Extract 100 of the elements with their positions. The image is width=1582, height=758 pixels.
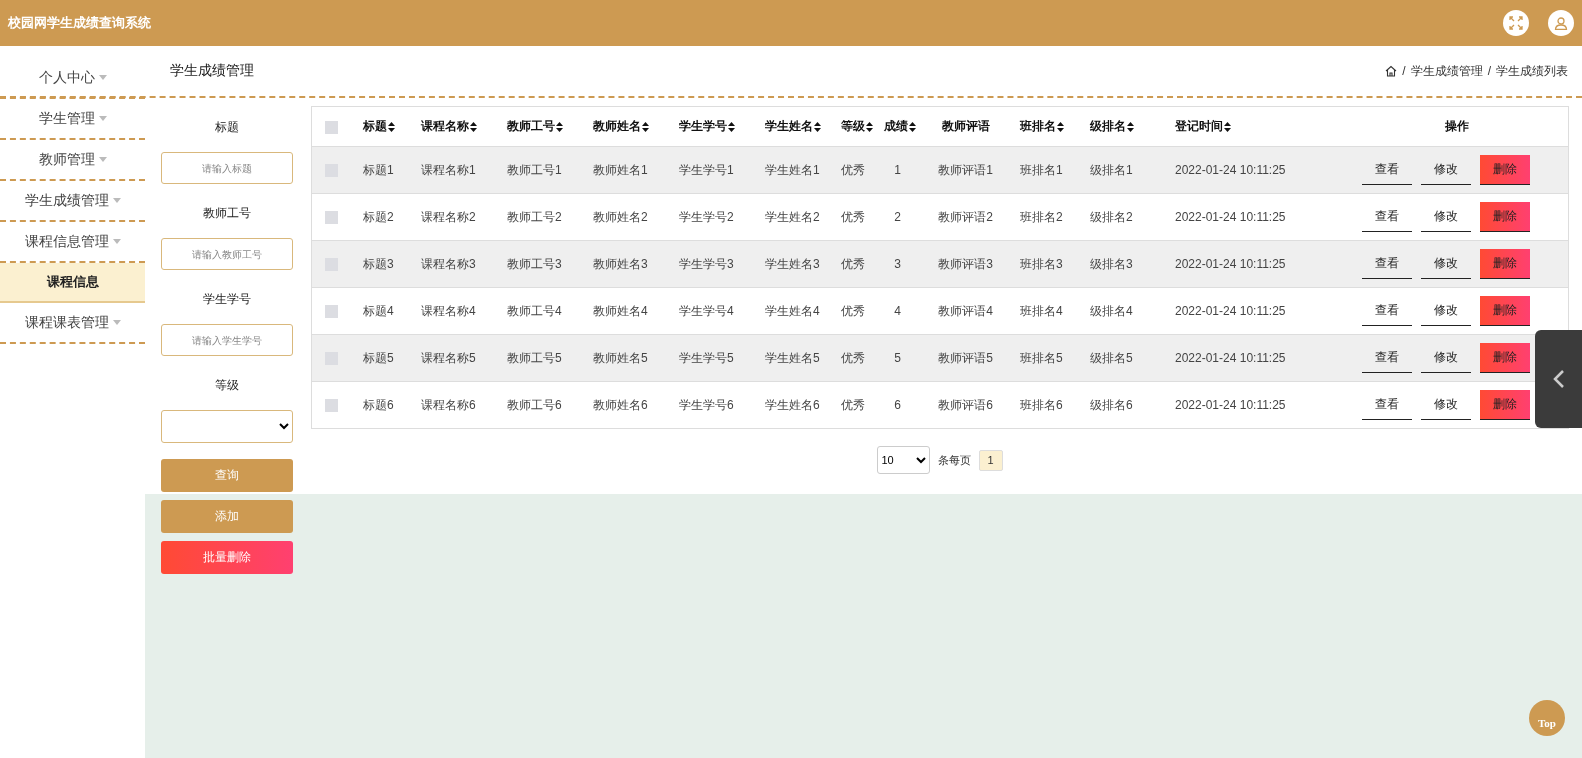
action-button[interactable]: 修改 xyxy=(1421,296,1471,326)
table-cell: 级排名5 xyxy=(1090,350,1133,365)
column-header[interactable]: 学生学号 xyxy=(679,118,735,135)
table-cell: 课程名称5 xyxy=(421,350,476,365)
breadcrumb-separator: / xyxy=(1402,64,1406,78)
action-button[interactable]: 修改 xyxy=(1421,202,1471,232)
sort-icon[interactable] xyxy=(1224,121,1231,132)
column-header[interactable]: 登记时间 xyxy=(1175,118,1231,135)
filter-input[interactable]: 请输入标题 xyxy=(161,152,293,184)
table-cell: 5 xyxy=(894,351,901,365)
column-header[interactable]: 成绩 xyxy=(884,118,916,135)
app-title: 校园网学生成绩查询系统 xyxy=(8,14,152,32)
table-cell: 教师工号1 xyxy=(507,162,562,177)
table-cell: 教师评语2 xyxy=(938,209,993,224)
action-button[interactable]: 查看 xyxy=(1362,155,1412,185)
page-title: 学生成绩管理 xyxy=(170,62,254,80)
table-cell: 课程名称6 xyxy=(421,397,476,412)
table-cell: 学生姓名1 xyxy=(765,162,820,177)
filter-input[interactable]: 请输入学生学号 xyxy=(161,324,293,356)
action-button[interactable]: 修改 xyxy=(1421,390,1471,420)
table-cell: 2022-01-24 10:11:25 xyxy=(1175,351,1286,365)
column-header[interactable]: 教师姓名 xyxy=(593,118,649,135)
action-button[interactable]: 查看 xyxy=(1362,343,1412,373)
sort-icon[interactable] xyxy=(909,121,916,132)
column-header[interactable]: 级排名 xyxy=(1090,118,1134,135)
filter-input[interactable]: 请输入教师工号 xyxy=(161,238,293,270)
side-panel-toggle[interactable] xyxy=(1535,330,1582,428)
checkbox[interactable] xyxy=(324,305,338,319)
delete-button[interactable]: 删除 xyxy=(1480,343,1530,373)
table-cell: 学生学号2 xyxy=(679,209,734,224)
table-cell: 学生学号3 xyxy=(679,256,734,271)
table-cell: 2022-01-24 10:11:25 xyxy=(1175,210,1286,224)
table-cell: 2022-01-24 10:11:25 xyxy=(1175,257,1286,271)
table-cell: 标题3 xyxy=(363,256,394,271)
table-cell: 标题4 xyxy=(363,303,394,318)
table-cell: 班排名2 xyxy=(1020,209,1063,224)
column-header[interactable]: 等级 xyxy=(841,118,873,135)
table-cell: 教师评语4 xyxy=(938,303,993,318)
table-cell: 课程名称3 xyxy=(421,256,476,271)
sort-icon[interactable] xyxy=(470,121,477,132)
table-cell: 教师姓名6 xyxy=(593,397,648,412)
sort-icon[interactable] xyxy=(642,121,649,132)
checkbox[interactable] xyxy=(324,211,338,225)
table-cell: 标题6 xyxy=(363,397,394,412)
page-button[interactable]: 1 xyxy=(978,449,1003,471)
column-header[interactable]: 学生姓名 xyxy=(765,118,821,135)
sort-icon[interactable] xyxy=(814,121,821,132)
sidebar-subitem[interactable]: 课程信息 xyxy=(0,263,145,303)
column-header[interactable]: 班排名 xyxy=(1020,118,1064,135)
column-header[interactable]: 教师工号 xyxy=(507,118,563,135)
table-cell: 教师工号3 xyxy=(507,256,562,271)
breadcrumb-link[interactable]: 学生成绩列表 xyxy=(1496,62,1568,80)
caret-icon xyxy=(112,320,121,325)
table-cell: 班排名1 xyxy=(1020,162,1063,177)
table-cell: 学生学号5 xyxy=(679,350,734,365)
action-button[interactable]: 查看 xyxy=(1362,249,1412,279)
breadcrumb-link[interactable]: 学生成绩管理 xyxy=(1410,62,1483,80)
sort-icon[interactable] xyxy=(1057,121,1064,132)
table-cell: 班排名3 xyxy=(1020,256,1063,271)
action-button[interactable]: 修改 xyxy=(1421,343,1471,373)
table-cell: 教师姓名5 xyxy=(593,350,648,365)
checkbox[interactable] xyxy=(324,399,338,413)
home-icon[interactable] xyxy=(1385,65,1398,77)
delete-button[interactable]: 删除 xyxy=(1480,202,1530,232)
table-cell: 2022-01-24 10:11:25 xyxy=(1175,163,1286,177)
table-cell: 1 xyxy=(894,163,901,177)
delete-button[interactable]: 删除 xyxy=(1480,249,1530,279)
column-header[interactable]: 课程名称 xyxy=(421,118,477,135)
table-cell: 学生姓名6 xyxy=(765,397,820,412)
table-cell: 教师姓名3 xyxy=(593,256,648,271)
table-cell: 标题2 xyxy=(363,209,394,224)
column-header[interactable]: 标题 xyxy=(363,118,395,135)
action-button[interactable]: 修改 xyxy=(1421,249,1471,279)
page-size-select[interactable]: 10 xyxy=(876,446,930,474)
table-cell: 教师姓名1 xyxy=(593,162,648,177)
filter-label: 教师工号 xyxy=(202,204,252,222)
delete-button[interactable]: 删除 xyxy=(1480,390,1530,420)
sort-icon[interactable] xyxy=(1127,121,1134,132)
sort-icon[interactable] xyxy=(866,121,873,132)
table-cell: 教师姓名2 xyxy=(593,209,648,224)
chevron-left-icon[interactable] xyxy=(1552,369,1565,389)
table-cell: 教师工号2 xyxy=(507,209,562,224)
table-cell: 级排名1 xyxy=(1090,162,1133,177)
action-button[interactable]: 修改 xyxy=(1421,155,1471,185)
column-header: 教师评语 xyxy=(941,118,990,135)
table-cell: 标题5 xyxy=(363,350,394,365)
checkbox[interactable] xyxy=(324,120,338,134)
action-button[interactable]: 查看 xyxy=(1362,390,1412,420)
breadcrumb-separator: / xyxy=(1487,64,1491,78)
action-button[interactable]: 查看 xyxy=(1362,296,1412,326)
table-cell: 教师工号6 xyxy=(507,397,562,412)
sort-icon[interactable] xyxy=(728,121,735,132)
delete-button[interactable]: 删除 xyxy=(1480,155,1530,185)
filter-label: 学生学号 xyxy=(202,290,252,308)
table-cell: 教师评语5 xyxy=(938,350,993,365)
delete-button[interactable]: 删除 xyxy=(1480,296,1530,326)
action-button[interactable]: 查看 xyxy=(1362,202,1412,232)
sort-icon[interactable] xyxy=(388,121,395,132)
table-cell: 学生姓名4 xyxy=(765,303,820,318)
sort-icon[interactable] xyxy=(556,121,563,132)
